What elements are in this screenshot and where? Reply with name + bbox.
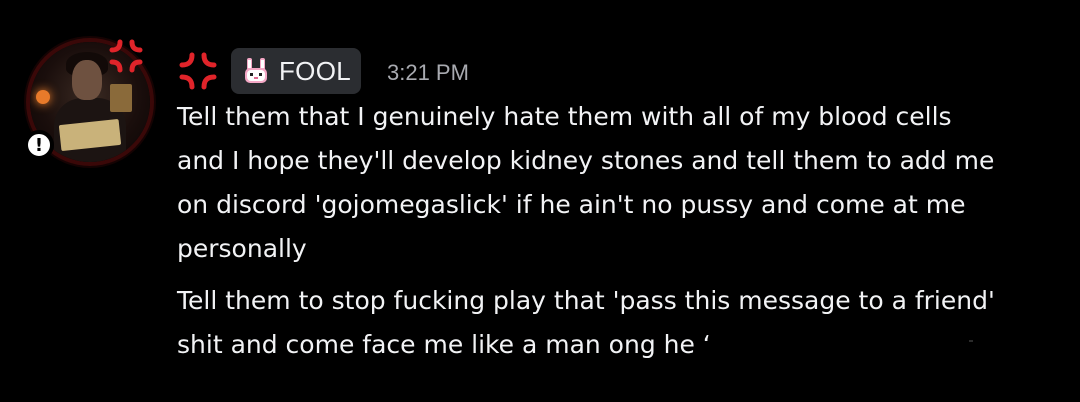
message-line: personally [177, 234, 307, 263]
message-line: Tell them that I genuinely hate them wit… [177, 102, 952, 131]
message-paragraph: Tell them that I genuinely hate them wit… [177, 95, 1057, 271]
message-paragraph: Tell them to stop fucking play that 'pas… [177, 279, 1057, 367]
role-tag[interactable]: FOOL [231, 48, 361, 94]
avatar-figure-head [72, 60, 102, 100]
message-line: on discord 'gojomegaslick' if he ain't n… [177, 190, 966, 219]
stray-pixel [969, 340, 973, 342]
chat-message: ! FOOL 3:21 PM Tell them that I genuinel… [0, 0, 1080, 402]
anger-symbol-icon [109, 39, 143, 73]
message-line: and I hope they'll develop kidney stones… [177, 146, 995, 175]
message-header: FOOL 3:21 PM [177, 46, 469, 96]
avatar-sign [110, 84, 132, 112]
bunny-icon [245, 58, 267, 83]
tag-label: FOOL [279, 55, 351, 86]
anger-symbol-icon [179, 52, 217, 90]
message-line: Tell them to stop fucking play that 'pas… [177, 286, 995, 315]
message-line: shit and come face me like a man ong he … [177, 330, 711, 359]
avatar-container[interactable]: ! [22, 36, 158, 168]
message-timestamp[interactable]: 3:21 PM [387, 60, 469, 86]
exclamation-icon: ! [34, 134, 44, 156]
status-badge: ! [24, 130, 54, 160]
avatar-light [36, 90, 50, 104]
